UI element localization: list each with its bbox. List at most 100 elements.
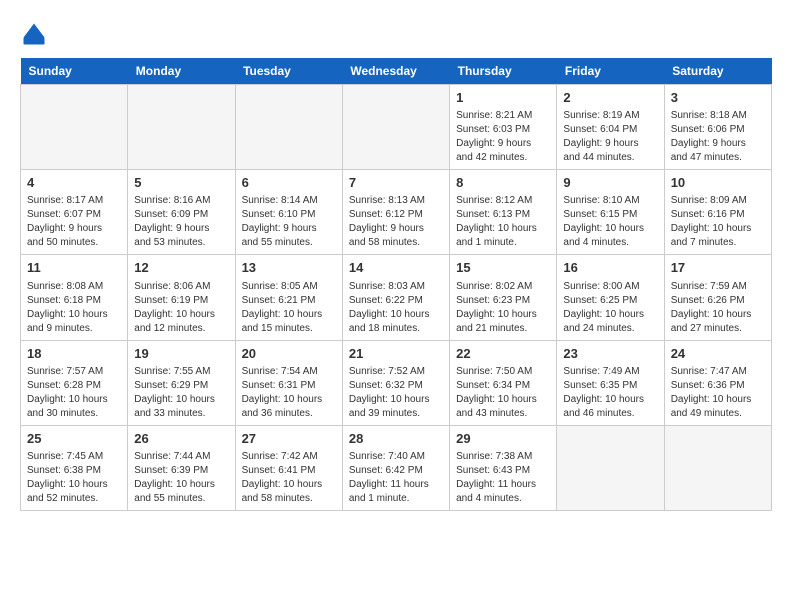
day-info: Sunrise: 7:54 AM Sunset: 6:31 PM Dayligh… bbox=[242, 365, 336, 421]
day-info: Sunrise: 8:16 AM Sunset: 6:09 PM Dayligh… bbox=[134, 194, 228, 250]
day-info: Sunrise: 7:52 AM Sunset: 6:32 PM Dayligh… bbox=[349, 365, 443, 421]
calendar-week-row: 18 Sunrise: 7:57 AM Sunset: 6:28 PM Dayli… bbox=[21, 340, 772, 425]
logo-icon bbox=[20, 20, 48, 48]
calendar-cell: 23Sunrise: 7:49 AM Sunset: 6:35 PM Dayli… bbox=[557, 340, 664, 425]
calendar-cell: 16 Sunrise: 8:00 AM Sunset: 6:25 PM Dayli… bbox=[557, 255, 664, 340]
day-info: Sunrise: 8:18 AM Sunset: 6:06 PM Dayligh… bbox=[671, 109, 765, 165]
calendar-cell: 15 Sunrise: 8:02 AM Sunset: 6:23 PM Dayli… bbox=[450, 255, 557, 340]
day-number: 19 bbox=[134, 345, 228, 363]
day-number: 6 bbox=[242, 174, 336, 192]
calendar-cell: 14 Sunrise: 8:03 AM Sunset: 6:22 PM Dayli… bbox=[342, 255, 449, 340]
day-number: 26 bbox=[134, 430, 228, 448]
day-info: Sunrise: 8:08 AM Sunset: 6:18 PM Dayligh… bbox=[27, 280, 121, 336]
day-info: Sunrise: 7:59 AM Sunset: 6:26 PM Dayligh… bbox=[671, 280, 765, 336]
day-info: Sunrise: 8:05 AM Sunset: 6:21 PM Dayligh… bbox=[242, 280, 336, 336]
day-number: 20 bbox=[242, 345, 336, 363]
calendar-cell: 10 Sunrise: 8:09 AM Sunset: 6:16 PM Dayli… bbox=[664, 170, 771, 255]
day-info: Sunrise: 8:02 AM Sunset: 6:23 PM Dayligh… bbox=[456, 280, 550, 336]
calendar-cell: 4 Sunrise: 8:17 AM Sunset: 6:07 PM Daylig… bbox=[21, 170, 128, 255]
weekday-header-thursday: Thursday bbox=[450, 58, 557, 85]
calendar-cell bbox=[235, 85, 342, 170]
day-number: 12 bbox=[134, 259, 228, 277]
calendar-cell: 28 Sunrise: 7:40 AM Sunset: 6:42 PM Dayli… bbox=[342, 425, 449, 510]
day-number: 18 bbox=[27, 345, 121, 363]
day-info: Sunrise: 7:55 AM Sunset: 6:29 PM Dayligh… bbox=[134, 365, 228, 421]
weekday-header-tuesday: Tuesday bbox=[235, 58, 342, 85]
day-number: 24 bbox=[671, 345, 765, 363]
calendar-cell: 1 Sunrise: 8:21 AM Sunset: 6:03 PM Daylig… bbox=[450, 85, 557, 170]
day-number: 27 bbox=[242, 430, 336, 448]
day-number: 13 bbox=[242, 259, 336, 277]
day-number: 3 bbox=[671, 89, 765, 107]
calendar-header-row: SundayMondayTuesdayWednesdayThursdayFrid… bbox=[21, 58, 772, 85]
weekday-header-sunday: Sunday bbox=[21, 58, 128, 85]
day-info: Sunrise: 8:14 AM Sunset: 6:10 PM Dayligh… bbox=[242, 194, 336, 250]
calendar-cell: 3 Sunrise: 8:18 AM Sunset: 6:06 PM Daylig… bbox=[664, 85, 771, 170]
calendar-cell: 6 Sunrise: 8:14 AM Sunset: 6:10 PM Daylig… bbox=[235, 170, 342, 255]
day-info: Sunrise: 8:06 AM Sunset: 6:19 PM Dayligh… bbox=[134, 280, 228, 336]
calendar-cell: 2 Sunrise: 8:19 AM Sunset: 6:04 PM Daylig… bbox=[557, 85, 664, 170]
calendar-cell: 9 Sunrise: 8:10 AM Sunset: 6:15 PM Daylig… bbox=[557, 170, 664, 255]
day-info: Sunrise: 7:40 AM Sunset: 6:42 PM Dayligh… bbox=[349, 450, 443, 506]
day-info: Sunrise: 8:13 AM Sunset: 6:12 PM Dayligh… bbox=[349, 194, 443, 250]
calendar-cell: 27 Sunrise: 7:42 AM Sunset: 6:41 PM Dayli… bbox=[235, 425, 342, 510]
logo bbox=[20, 20, 52, 48]
calendar-week-row: 1 Sunrise: 8:21 AM Sunset: 6:03 PM Daylig… bbox=[21, 85, 772, 170]
day-number: 10 bbox=[671, 174, 765, 192]
day-info: Sunrise: 8:21 AM Sunset: 6:03 PM Dayligh… bbox=[456, 109, 550, 165]
calendar-cell: 24 Sunrise: 7:47 AM Sunset: 6:36 PM Dayli… bbox=[664, 340, 771, 425]
weekday-header-wednesday: Wednesday bbox=[342, 58, 449, 85]
calendar-cell bbox=[128, 85, 235, 170]
day-number: 14 bbox=[349, 259, 443, 277]
day-info: Sunrise: 7:57 AM Sunset: 6:28 PM Dayligh… bbox=[27, 365, 121, 421]
weekday-header-friday: Friday bbox=[557, 58, 664, 85]
day-info: Sunrise: 8:10 AM Sunset: 6:15 PM Dayligh… bbox=[563, 194, 657, 250]
day-number: 8 bbox=[456, 174, 550, 192]
day-info: Sunrise: 7:50 AM Sunset: 6:34 PM Dayligh… bbox=[456, 365, 550, 421]
day-number: 28 bbox=[349, 430, 443, 448]
day-number: 2 bbox=[563, 89, 657, 107]
day-number: 23 bbox=[563, 345, 657, 363]
day-info: Sunrise: 8:03 AM Sunset: 6:22 PM Dayligh… bbox=[349, 280, 443, 336]
day-info: Sunrise: 7:38 AM Sunset: 6:43 PM Dayligh… bbox=[456, 450, 550, 506]
calendar-cell: 18 Sunrise: 7:57 AM Sunset: 6:28 PM Dayli… bbox=[21, 340, 128, 425]
page-header bbox=[20, 20, 772, 48]
weekday-header-saturday: Saturday bbox=[664, 58, 771, 85]
day-number: 1 bbox=[456, 89, 550, 107]
calendar-cell bbox=[557, 425, 664, 510]
calendar-cell: 7 Sunrise: 8:13 AM Sunset: 6:12 PM Daylig… bbox=[342, 170, 449, 255]
calendar-cell: 11Sunrise: 8:08 AM Sunset: 6:18 PM Dayli… bbox=[21, 255, 128, 340]
day-number: 5 bbox=[134, 174, 228, 192]
day-number: 7 bbox=[349, 174, 443, 192]
day-info: Sunrise: 7:47 AM Sunset: 6:36 PM Dayligh… bbox=[671, 365, 765, 421]
calendar-cell bbox=[21, 85, 128, 170]
calendar-cell: 20 Sunrise: 7:54 AM Sunset: 6:31 PM Dayli… bbox=[235, 340, 342, 425]
day-info: Sunrise: 7:42 AM Sunset: 6:41 PM Dayligh… bbox=[242, 450, 336, 506]
day-number: 25 bbox=[27, 430, 121, 448]
calendar-cell: 12 Sunrise: 8:06 AM Sunset: 6:19 PM Dayli… bbox=[128, 255, 235, 340]
calendar-table: SundayMondayTuesdayWednesdayThursdayFrid… bbox=[20, 58, 772, 511]
day-number: 29 bbox=[456, 430, 550, 448]
calendar-cell: 25 Sunrise: 7:45 AM Sunset: 6:38 PM Dayli… bbox=[21, 425, 128, 510]
calendar-week-row: 4 Sunrise: 8:17 AM Sunset: 6:07 PM Daylig… bbox=[21, 170, 772, 255]
day-info: Sunrise: 8:12 AM Sunset: 6:13 PM Dayligh… bbox=[456, 194, 550, 250]
calendar-cell: 5 Sunrise: 8:16 AM Sunset: 6:09 PM Daylig… bbox=[128, 170, 235, 255]
calendar-cell: 21 Sunrise: 7:52 AM Sunset: 6:32 PM Dayli… bbox=[342, 340, 449, 425]
day-info: Sunrise: 8:19 AM Sunset: 6:04 PM Dayligh… bbox=[563, 109, 657, 165]
day-info: Sunrise: 8:00 AM Sunset: 6:25 PM Dayligh… bbox=[563, 280, 657, 336]
day-info: Sunrise: 8:09 AM Sunset: 6:16 PM Dayligh… bbox=[671, 194, 765, 250]
day-number: 16 bbox=[563, 259, 657, 277]
weekday-header-monday: Monday bbox=[128, 58, 235, 85]
day-number: 21 bbox=[349, 345, 443, 363]
day-info: Sunrise: 7:45 AM Sunset: 6:38 PM Dayligh… bbox=[27, 450, 121, 506]
calendar-cell bbox=[342, 85, 449, 170]
day-info: Sunrise: 7:44 AM Sunset: 6:39 PM Dayligh… bbox=[134, 450, 228, 506]
day-number: 4 bbox=[27, 174, 121, 192]
day-number: 17 bbox=[671, 259, 765, 277]
calendar-cell: 26 Sunrise: 7:44 AM Sunset: 6:39 PM Dayli… bbox=[128, 425, 235, 510]
day-number: 9 bbox=[563, 174, 657, 192]
day-number: 15 bbox=[456, 259, 550, 277]
calendar-cell bbox=[664, 425, 771, 510]
calendar-cell: 29 Sunrise: 7:38 AM Sunset: 6:43 PM Dayli… bbox=[450, 425, 557, 510]
day-info: Sunrise: 8:17 AM Sunset: 6:07 PM Dayligh… bbox=[27, 194, 121, 250]
